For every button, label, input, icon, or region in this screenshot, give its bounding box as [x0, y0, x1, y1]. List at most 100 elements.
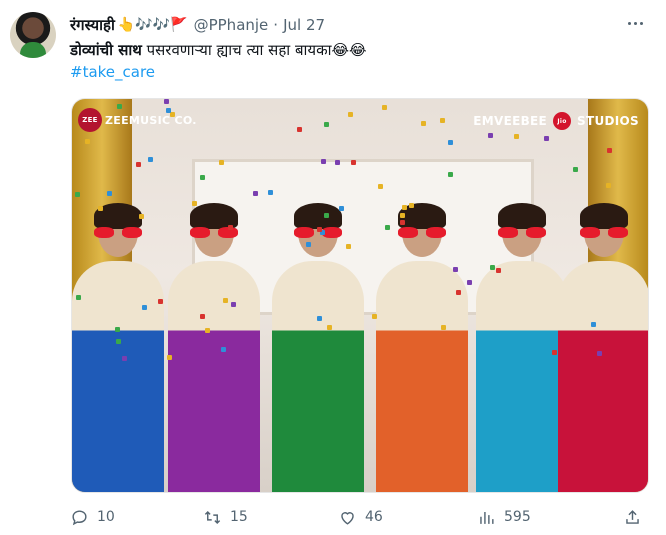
woman-figure — [272, 203, 364, 492]
confetti-piece — [297, 127, 302, 132]
confetti-piece — [231, 302, 236, 307]
confetti-piece — [268, 190, 273, 195]
confetti-piece — [107, 191, 112, 196]
confetti-piece — [448, 140, 453, 145]
confetti-piece — [339, 206, 344, 211]
tweet[interactable]: रंगस्याही 👆🎶🎶🚩 @PPhanje · Jul 27 डोव्यां… — [0, 0, 666, 535]
more-icon[interactable] — [626, 14, 644, 32]
confetti-piece — [166, 108, 171, 113]
confetti-piece — [167, 355, 172, 360]
confetti-piece — [552, 350, 557, 355]
confetti-piece — [205, 328, 210, 333]
tweet-text: डोव्यांची साथ पसरवणाऱ्या ह्याच त्या सहा … — [70, 39, 367, 61]
retweet-count: 15 — [230, 509, 248, 525]
like-count: 46 — [365, 509, 383, 525]
like-button[interactable]: 46 — [338, 505, 383, 529]
confetti-piece — [409, 203, 414, 208]
tweet-text-rest: पसरवणाऱ्या ह्याच त्या सहा बायका😂😂 — [141, 41, 367, 59]
confetti-piece — [591, 322, 596, 327]
tweet-date[interactable]: Jul 27 — [283, 16, 325, 34]
share-button[interactable] — [623, 505, 642, 529]
confetti-piece — [490, 265, 495, 270]
reply-count: 10 — [97, 509, 115, 525]
tweet-text-bold: डोव्यांची साथ — [70, 41, 142, 59]
confetti-piece — [98, 206, 103, 211]
user-handle[interactable]: @PPhanje — [194, 16, 269, 34]
confetti-piece — [372, 314, 377, 319]
confetti-piece — [223, 298, 228, 303]
confetti-piece — [514, 134, 519, 139]
confetti-piece — [122, 356, 127, 361]
confetti-piece — [85, 139, 90, 144]
confetti-piece — [115, 327, 120, 332]
confetti-piece — [607, 148, 612, 153]
display-name[interactable]: रंगस्याही — [70, 15, 115, 35]
woman-figure — [558, 203, 648, 492]
confetti-piece — [158, 299, 163, 304]
confetti-piece — [421, 121, 426, 126]
tweet-media-image[interactable]: ZEE ZEEMUSIC CO. EMVEEBEE Jio STUDIOS — [71, 98, 649, 493]
confetti-piece — [321, 159, 326, 164]
heart-icon — [341, 511, 354, 525]
confetti-piece — [573, 167, 578, 172]
confetti-piece — [441, 325, 446, 330]
views-icon — [480, 511, 494, 524]
confetti-piece — [75, 192, 80, 197]
action-bar: 10 15 46 595 — [70, 505, 650, 529]
confetti-piece — [453, 267, 458, 272]
confetti-piece — [228, 225, 233, 230]
hashtag-link[interactable]: #take_care — [70, 63, 155, 81]
separator: · — [273, 16, 279, 34]
confetti-piece — [327, 325, 332, 330]
confetti-piece — [117, 104, 122, 109]
avatar[interactable] — [10, 12, 56, 58]
confetti-piece — [192, 201, 197, 206]
confetti-piece — [317, 227, 322, 232]
confetti-piece — [200, 314, 205, 319]
confetti-piece — [467, 280, 472, 285]
confetti-piece — [488, 133, 493, 138]
confetti-piece — [335, 160, 340, 165]
confetti-piece — [116, 339, 121, 344]
confetti-piece — [496, 268, 501, 273]
emveebee-logo: EMVEEBEE Jio STUDIOS — [473, 112, 639, 130]
reply-button[interactable]: 10 — [70, 505, 115, 529]
confetti-piece — [400, 220, 405, 225]
confetti-piece — [164, 99, 169, 104]
woman-figure — [72, 203, 164, 492]
retweet-button[interactable]: 15 — [203, 505, 248, 529]
name-emojis: 👆🎶🎶🚩 — [117, 17, 188, 33]
confetti-piece — [219, 160, 224, 165]
confetti-piece — [148, 157, 153, 162]
confetti-piece — [170, 112, 175, 117]
confetti-piece — [139, 214, 144, 219]
views-count: 595 — [504, 509, 531, 525]
confetti-piece — [76, 295, 81, 300]
confetti-piece — [544, 136, 549, 141]
confetti-piece — [597, 351, 602, 356]
confetti-piece — [324, 213, 329, 218]
reply-icon — [72, 509, 87, 525]
confetti-piece — [606, 183, 611, 188]
retweet-icon — [204, 510, 221, 524]
confetti-piece — [317, 316, 322, 321]
confetti-piece — [440, 118, 445, 123]
confetti-piece — [324, 122, 329, 127]
confetti-piece — [200, 175, 205, 180]
confetti-piece — [400, 213, 405, 218]
confetti-piece — [221, 347, 226, 352]
confetti-piece — [136, 162, 141, 167]
confetti-piece — [456, 290, 461, 295]
confetti-piece — [402, 205, 407, 210]
confetti-piece — [253, 191, 258, 196]
confetti-piece — [346, 244, 351, 249]
confetti-piece — [448, 172, 453, 177]
views-button[interactable]: 595 — [477, 505, 531, 529]
confetti-piece — [348, 112, 353, 117]
confetti-piece — [351, 160, 356, 165]
tweet-header: रंगस्याही 👆🎶🎶🚩 @PPhanje · Jul 27 — [70, 14, 325, 36]
confetti-piece — [378, 184, 383, 189]
zee-music-logo: ZEE ZEEMUSIC CO. — [78, 108, 197, 132]
share-icon — [626, 509, 639, 524]
confetti-piece — [385, 225, 390, 230]
